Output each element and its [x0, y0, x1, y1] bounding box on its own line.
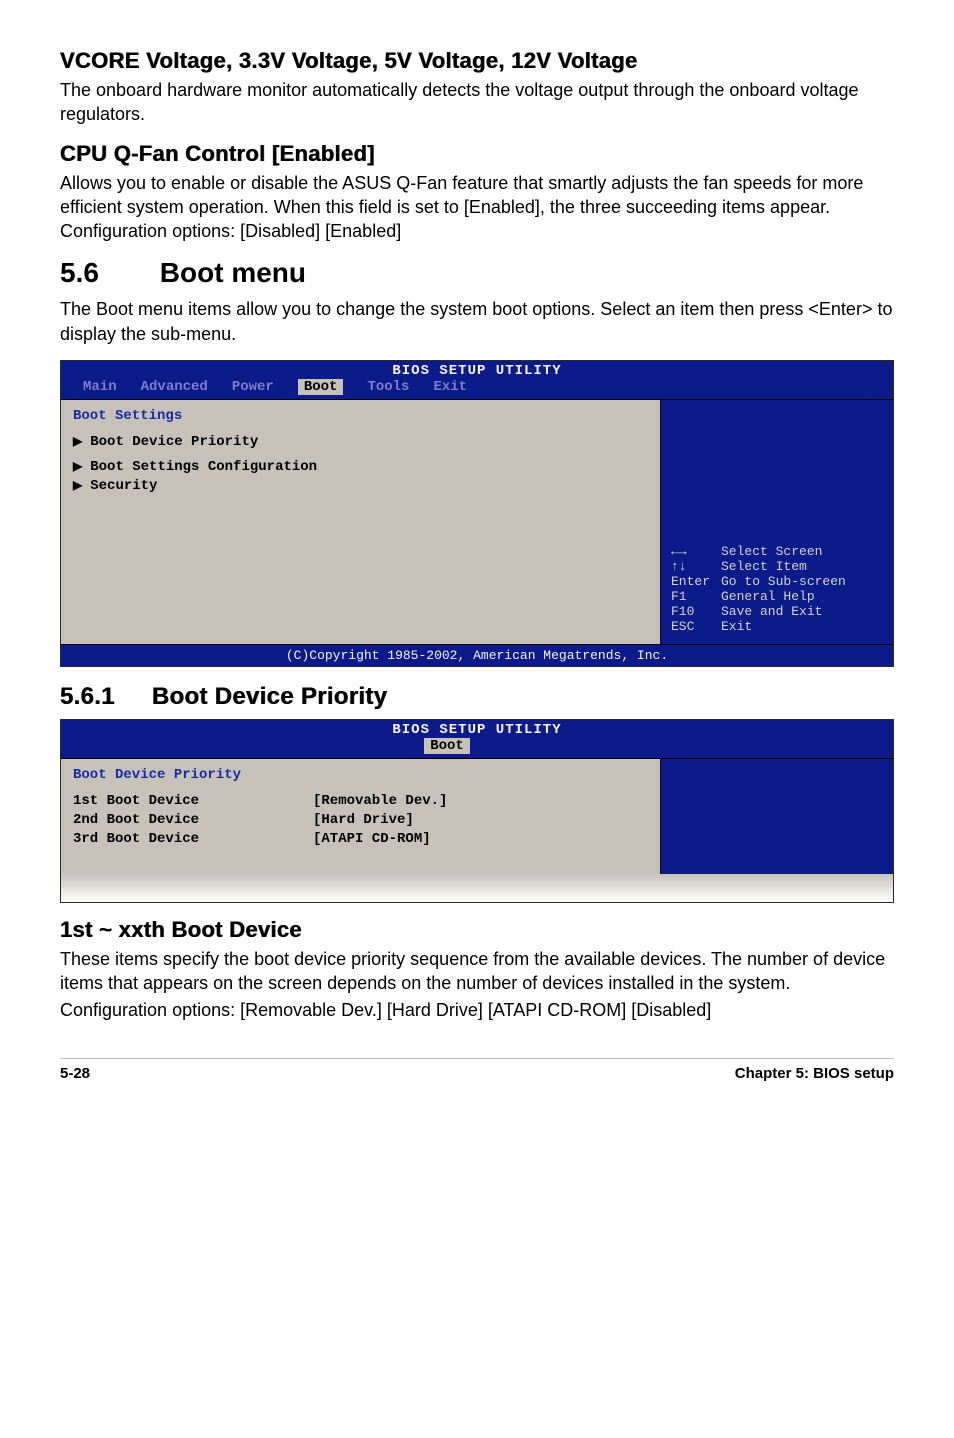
key-esc: ESC [671, 619, 715, 634]
page-footer: 5-28 Chapter 5: BIOS setup [60, 1058, 894, 1082]
tab-advanced[interactable]: Advanced [141, 379, 208, 395]
key-f1: F1 [671, 589, 715, 604]
bios-copyright: (C)Copyright 1985-2002, American Megatre… [61, 644, 893, 666]
section-title: Boot menu [160, 257, 306, 288]
key-desc: Go to Sub-screen [721, 574, 846, 589]
bios-pane-heading: Boot Settings [73, 408, 648, 424]
submenu-arrow-icon: ▶ [73, 459, 82, 475]
heading-1st-xxth: 1st ~ xxth Boot Device [60, 917, 894, 943]
menu-item-boot-device-priority[interactable]: ▶ Boot Device Priority [73, 434, 648, 450]
bios-tabbar: Main Advanced Power Boot Tools Exit [61, 379, 893, 399]
heading-boot-device-priority: 5.6.1 Boot Device Priority [60, 683, 894, 711]
submenu-arrow-icon: ▶ [73, 434, 82, 450]
bios-tabbar: Boot [61, 738, 893, 758]
tab-boot[interactable]: Boot [424, 738, 470, 754]
tab-power[interactable]: Power [232, 379, 274, 395]
key-f10: F10 [671, 604, 715, 619]
option-1st-boot-device[interactable]: 1st Boot Device [73, 793, 313, 809]
bios-title: BIOS SETUP UTILITY [61, 361, 893, 379]
option-value: [ATAPI CD-ROM] [313, 831, 431, 847]
subsection-title: Boot Device Priority [152, 683, 387, 710]
bios-left-pane: Boot Device Priority 1st Boot Device 2nd… [61, 759, 661, 874]
para-vcore: The onboard hardware monitor automatical… [60, 78, 894, 127]
chapter-label: Chapter 5: BIOS setup [735, 1065, 894, 1082]
key-arrows-lr: ←→ [671, 544, 715, 559]
bios-screenshot-boot-settings: BIOS SETUP UTILITY Main Advanced Power B… [60, 360, 894, 667]
key-arrows-ud: ↑↓ [671, 559, 715, 574]
bios-screenshot-boot-device-priority: BIOS SETUP UTILITY Boot Boot Device Prio… [60, 719, 894, 903]
heading-vcore: VCORE Voltage, 3.3V Voltage, 5V Voltage,… [60, 48, 894, 74]
key-desc: Exit [721, 619, 752, 634]
menu-item-label: Boot Settings Configuration [90, 459, 317, 475]
key-desc: Select Screen [721, 544, 822, 559]
option-label: 3rd Boot Device [73, 831, 199, 847]
fade-overlay [61, 874, 893, 902]
bios-right-pane: ←→ Select Screen ↑↓ Select Item Enter Go to… [661, 400, 893, 644]
menu-item-boot-settings-config[interactable]: ▶ Boot Settings Configuration [73, 459, 648, 475]
para-boot-menu: The Boot menu items allow you to change … [60, 297, 894, 346]
bios-pane-heading: Boot Device Priority [73, 767, 648, 783]
tab-boot[interactable]: Boot [298, 379, 344, 395]
tab-exit[interactable]: Exit [433, 379, 467, 395]
section-number: 5.6 [60, 257, 152, 289]
option-2nd-boot-device[interactable]: 2nd Boot Device [73, 812, 313, 828]
submenu-arrow-icon: ▶ [73, 478, 82, 494]
menu-item-label: Security [90, 478, 157, 494]
page-number: 5-28 [60, 1065, 90, 1082]
subsection-number: 5.6.1 [60, 683, 145, 711]
bios-right-pane [661, 759, 893, 874]
heading-boot-menu: 5.6 Boot menu [60, 257, 894, 289]
menu-item-label: Boot Device Priority [90, 434, 258, 450]
option-value: [Hard Drive] [313, 812, 414, 828]
para-boot-device-2: Configuration options: [Removable Dev.] … [60, 998, 894, 1022]
option-label: 2nd Boot Device [73, 812, 199, 828]
key-desc: Select Item [721, 559, 807, 574]
option-label: 1st Boot Device [73, 793, 199, 809]
bios-key-legend: ←→ Select Screen ↑↓ Select Item Enter Go to… [671, 544, 846, 634]
key-desc: Save and Exit [721, 604, 822, 619]
option-value: [Removable Dev.] [313, 793, 447, 809]
heading-qfan: CPU Q-Fan Control [Enabled] [60, 141, 894, 167]
bios-title: BIOS SETUP UTILITY [61, 720, 893, 738]
para-boot-device-1: These items specify the boot device prio… [60, 947, 894, 996]
option-3rd-boot-device[interactable]: 3rd Boot Device [73, 831, 313, 847]
key-enter: Enter [671, 574, 715, 589]
key-desc: General Help [721, 589, 815, 604]
tab-main[interactable]: Main [83, 379, 117, 395]
bios-left-pane: Boot Settings ▶ Boot Device Priority ▶ B… [61, 400, 661, 644]
para-qfan: Allows you to enable or disable the ASUS… [60, 171, 894, 244]
tab-tools[interactable]: Tools [367, 379, 409, 395]
menu-item-security[interactable]: ▶ Security [73, 478, 648, 494]
